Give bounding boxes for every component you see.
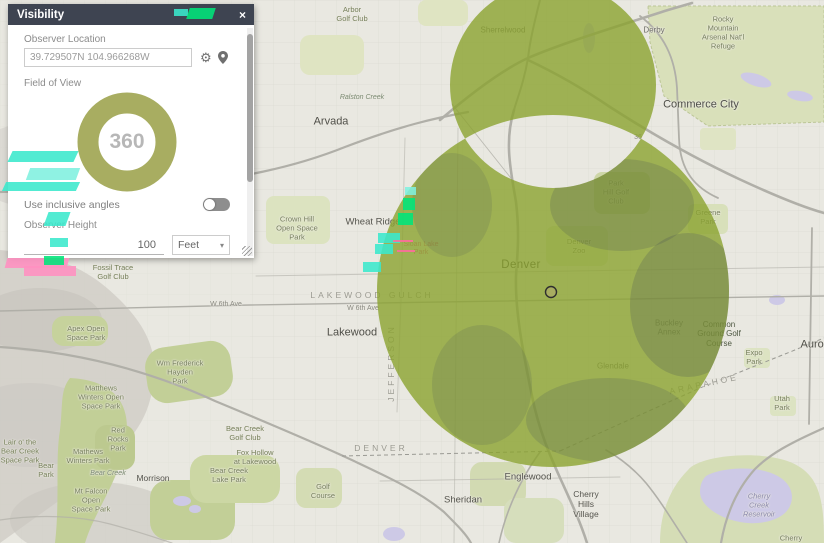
toggle-knob bbox=[204, 199, 215, 210]
panel-scrollbar-thumb[interactable] bbox=[247, 34, 253, 182]
observer-height-label: Observer Height bbox=[24, 220, 97, 231]
observer-location-label: Observer Location bbox=[24, 34, 106, 45]
close-icon[interactable]: × bbox=[239, 9, 246, 21]
panel-title: Visibility bbox=[17, 8, 65, 21]
observer-point-marker[interactable] bbox=[544, 285, 558, 299]
field-of-view-control[interactable]: 360 bbox=[77, 92, 177, 192]
panel-body: Observer Location ⚙ Field of View 360 Us… bbox=[8, 25, 254, 258]
visibility-panel: Visibility × Observer Location ⚙ Field o… bbox=[8, 4, 254, 258]
location-pin-icon[interactable] bbox=[217, 51, 228, 64]
inclusive-angles-label: Use inclusive angles bbox=[24, 198, 120, 211]
observer-height-input[interactable] bbox=[24, 235, 164, 255]
height-unit-select[interactable]: Feet ▾ bbox=[172, 235, 230, 255]
gear-icon[interactable]: ⚙ bbox=[200, 51, 212, 64]
chevron-down-icon: ▾ bbox=[219, 240, 224, 250]
inclusive-angles-toggle[interactable] bbox=[203, 198, 230, 211]
field-of-view-value: 360 bbox=[109, 130, 145, 153]
field-of-view-label: Field of View bbox=[24, 78, 82, 89]
map-application: Rocky Mountain Arsenal Nat'l Refuge Comm… bbox=[0, 0, 824, 543]
panel-resize-grip[interactable] bbox=[242, 246, 252, 256]
observer-location-input[interactable] bbox=[24, 48, 192, 67]
height-unit-value: Feet bbox=[178, 239, 200, 251]
panel-header[interactable]: Visibility × bbox=[8, 4, 254, 25]
